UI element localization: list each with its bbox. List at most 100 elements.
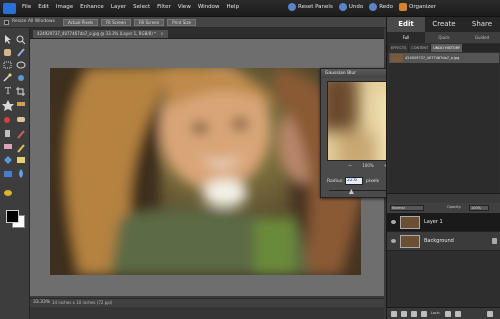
menu-items: File Edit Image Enhance Layer Select Fil… xyxy=(22,4,239,10)
red-eye-tool-icon[interactable] xyxy=(4,117,10,123)
lock-icon xyxy=(492,238,497,244)
menu-filter[interactable]: Filter xyxy=(157,4,171,10)
tab-share[interactable]: Share xyxy=(463,17,500,32)
shape-tool-icon[interactable] xyxy=(4,171,12,177)
menu-file[interactable]: File xyxy=(22,4,31,10)
eraser-tool-icon[interactable] xyxy=(4,144,12,149)
redo-button[interactable]: Redo xyxy=(369,3,393,11)
paint-bucket-tool-icon[interactable] xyxy=(4,156,12,164)
resize-windows-checkbox[interactable] xyxy=(4,20,9,25)
project-bin-bar xyxy=(30,307,384,319)
app-logo-icon[interactable] xyxy=(3,3,16,14)
fit-screen-button[interactable]: Fit Screen xyxy=(101,19,131,26)
tab-edit[interactable]: Edit xyxy=(387,17,425,32)
dialog-title: Gaussian Blur xyxy=(325,71,357,76)
document-title: 424929737_4077467da7_o.jpg @ 33.3% (Laye… xyxy=(37,31,157,36)
layer-row-background[interactable]: Background xyxy=(387,232,500,251)
lasso-tool-icon[interactable] xyxy=(16,61,26,69)
menu-layer[interactable]: Layer xyxy=(111,4,126,10)
lock-all-icon[interactable] xyxy=(455,311,461,317)
tab-content[interactable]: CONTENT xyxy=(409,44,431,52)
trash-icon[interactable] xyxy=(487,311,493,317)
actual-pixels-button[interactable]: Actual Pixels xyxy=(63,19,99,26)
blur-tool-icon[interactable] xyxy=(19,169,23,178)
tab-effects[interactable]: EFFECTS xyxy=(389,44,409,52)
history-list xyxy=(389,63,499,201)
subtab-quick[interactable]: Quick xyxy=(425,32,463,43)
history-item[interactable]: 424929737_4077467da7_o.jpg xyxy=(389,53,499,63)
menubar-actions: Reset Panels Undo Redo Organizer xyxy=(288,3,436,11)
pencil-tool-icon[interactable] xyxy=(17,144,25,153)
redo-label: Redo xyxy=(379,4,394,10)
history-thumbnail xyxy=(391,54,403,62)
tab-create[interactable]: Create xyxy=(425,17,463,32)
link-icon[interactable] xyxy=(421,311,427,317)
status-zoom[interactable]: 33.33% xyxy=(33,300,50,305)
straighten-tool-icon[interactable] xyxy=(17,102,25,106)
panel-tabs: EFFECTS CONTENT UNDO HISTORY xyxy=(387,44,500,52)
layers-bottom-bar: Lock: xyxy=(387,307,500,319)
menu-view[interactable]: View xyxy=(178,4,191,10)
undo-label: Undo xyxy=(348,4,364,10)
fill-screen-button[interactable]: Fill Screen xyxy=(133,19,165,26)
radius-input[interactable]: 22.6 xyxy=(345,177,363,185)
tab-undo-history[interactable]: UNDO HISTORY xyxy=(431,44,463,52)
subtab-full[interactable]: Full xyxy=(387,32,425,43)
lock-transparent-icon[interactable] xyxy=(445,311,451,317)
brush-tool-icon[interactable] xyxy=(17,130,25,139)
mode-tabs: Edit Create Share xyxy=(387,17,500,32)
blurred-photo xyxy=(50,68,361,275)
tool-icons: T xyxy=(2,35,26,196)
quick-selection-tool-icon[interactable] xyxy=(18,75,24,81)
organizer-button[interactable]: Organizer xyxy=(399,3,436,11)
marquee-tool-icon[interactable] xyxy=(3,61,12,69)
eyedropper-tool-icon[interactable] xyxy=(17,48,25,57)
clone-stamp-tool-icon[interactable] xyxy=(5,130,10,137)
visibility-eye-icon[interactable] xyxy=(391,239,396,243)
adjustment-layer-icon[interactable] xyxy=(401,311,407,317)
print-size-button[interactable]: Print Size xyxy=(167,19,196,26)
type-tool-icon[interactable]: T xyxy=(5,87,11,97)
reset-panels-icon xyxy=(288,3,296,11)
crop-tool-icon[interactable] xyxy=(16,87,25,96)
menu-bar: File Edit Image Enhance Layer Select Fil… xyxy=(0,0,500,17)
visibility-eye-icon[interactable] xyxy=(391,220,396,224)
menu-image[interactable]: Image xyxy=(56,4,73,10)
blend-mode-select[interactable]: Normal xyxy=(390,205,424,211)
reset-panels-button[interactable]: Reset Panels xyxy=(288,3,333,11)
cookie-cutter-tool-icon[interactable] xyxy=(2,100,14,111)
move-tool-icon[interactable] xyxy=(5,35,11,44)
mask-icon[interactable] xyxy=(411,311,417,317)
status-bar: 33.33% 14 inches x 10 inches (72 ppi) xyxy=(30,298,384,307)
opacity-label: Opacity: xyxy=(447,205,462,209)
reset-panels-label: Reset Panels xyxy=(298,4,333,10)
menu-select[interactable]: Select xyxy=(133,4,150,10)
layers-toolbar: Normal Opacity: 100% xyxy=(387,203,500,213)
magic-wand-tool-icon[interactable] xyxy=(3,73,12,82)
menu-edit[interactable]: Edit xyxy=(38,4,49,10)
menu-help[interactable]: Help xyxy=(227,4,240,10)
hand-tool-icon[interactable] xyxy=(4,49,11,56)
menu-enhance[interactable]: Enhance xyxy=(80,4,104,10)
menu-window[interactable]: Window xyxy=(198,4,220,10)
lock-label: Lock: xyxy=(431,311,441,315)
undo-icon xyxy=(338,3,347,11)
zoom-tool-icon[interactable] xyxy=(16,35,26,45)
toolbox: T xyxy=(0,28,30,319)
document-tab[interactable]: 424929737_4077467da7_o.jpg @ 33.3% (Laye… xyxy=(33,30,168,38)
subtab-guided[interactable]: Guided xyxy=(463,32,500,43)
layer-name: Background xyxy=(424,238,454,244)
right-panel: Edit Create Share Full Quick Guided EFFE… xyxy=(386,17,500,319)
gradient-tool-icon[interactable] xyxy=(17,157,25,163)
layer-thumbnail xyxy=(400,216,420,229)
photo-canvas[interactable] xyxy=(50,68,361,275)
layer-row-layer-1[interactable]: Layer 1 xyxy=(387,213,500,232)
new-layer-icon[interactable] xyxy=(391,311,397,317)
undo-button[interactable]: Undo xyxy=(338,3,364,11)
opacity-input[interactable]: 100% xyxy=(469,205,489,211)
layers-list-empty xyxy=(387,251,500,307)
sponge-tool-icon[interactable] xyxy=(4,190,12,196)
document-close-icon[interactable]: × xyxy=(160,31,163,36)
spot-healing-tool-icon[interactable] xyxy=(17,117,25,122)
foreground-color-swatch[interactable] xyxy=(6,210,19,223)
